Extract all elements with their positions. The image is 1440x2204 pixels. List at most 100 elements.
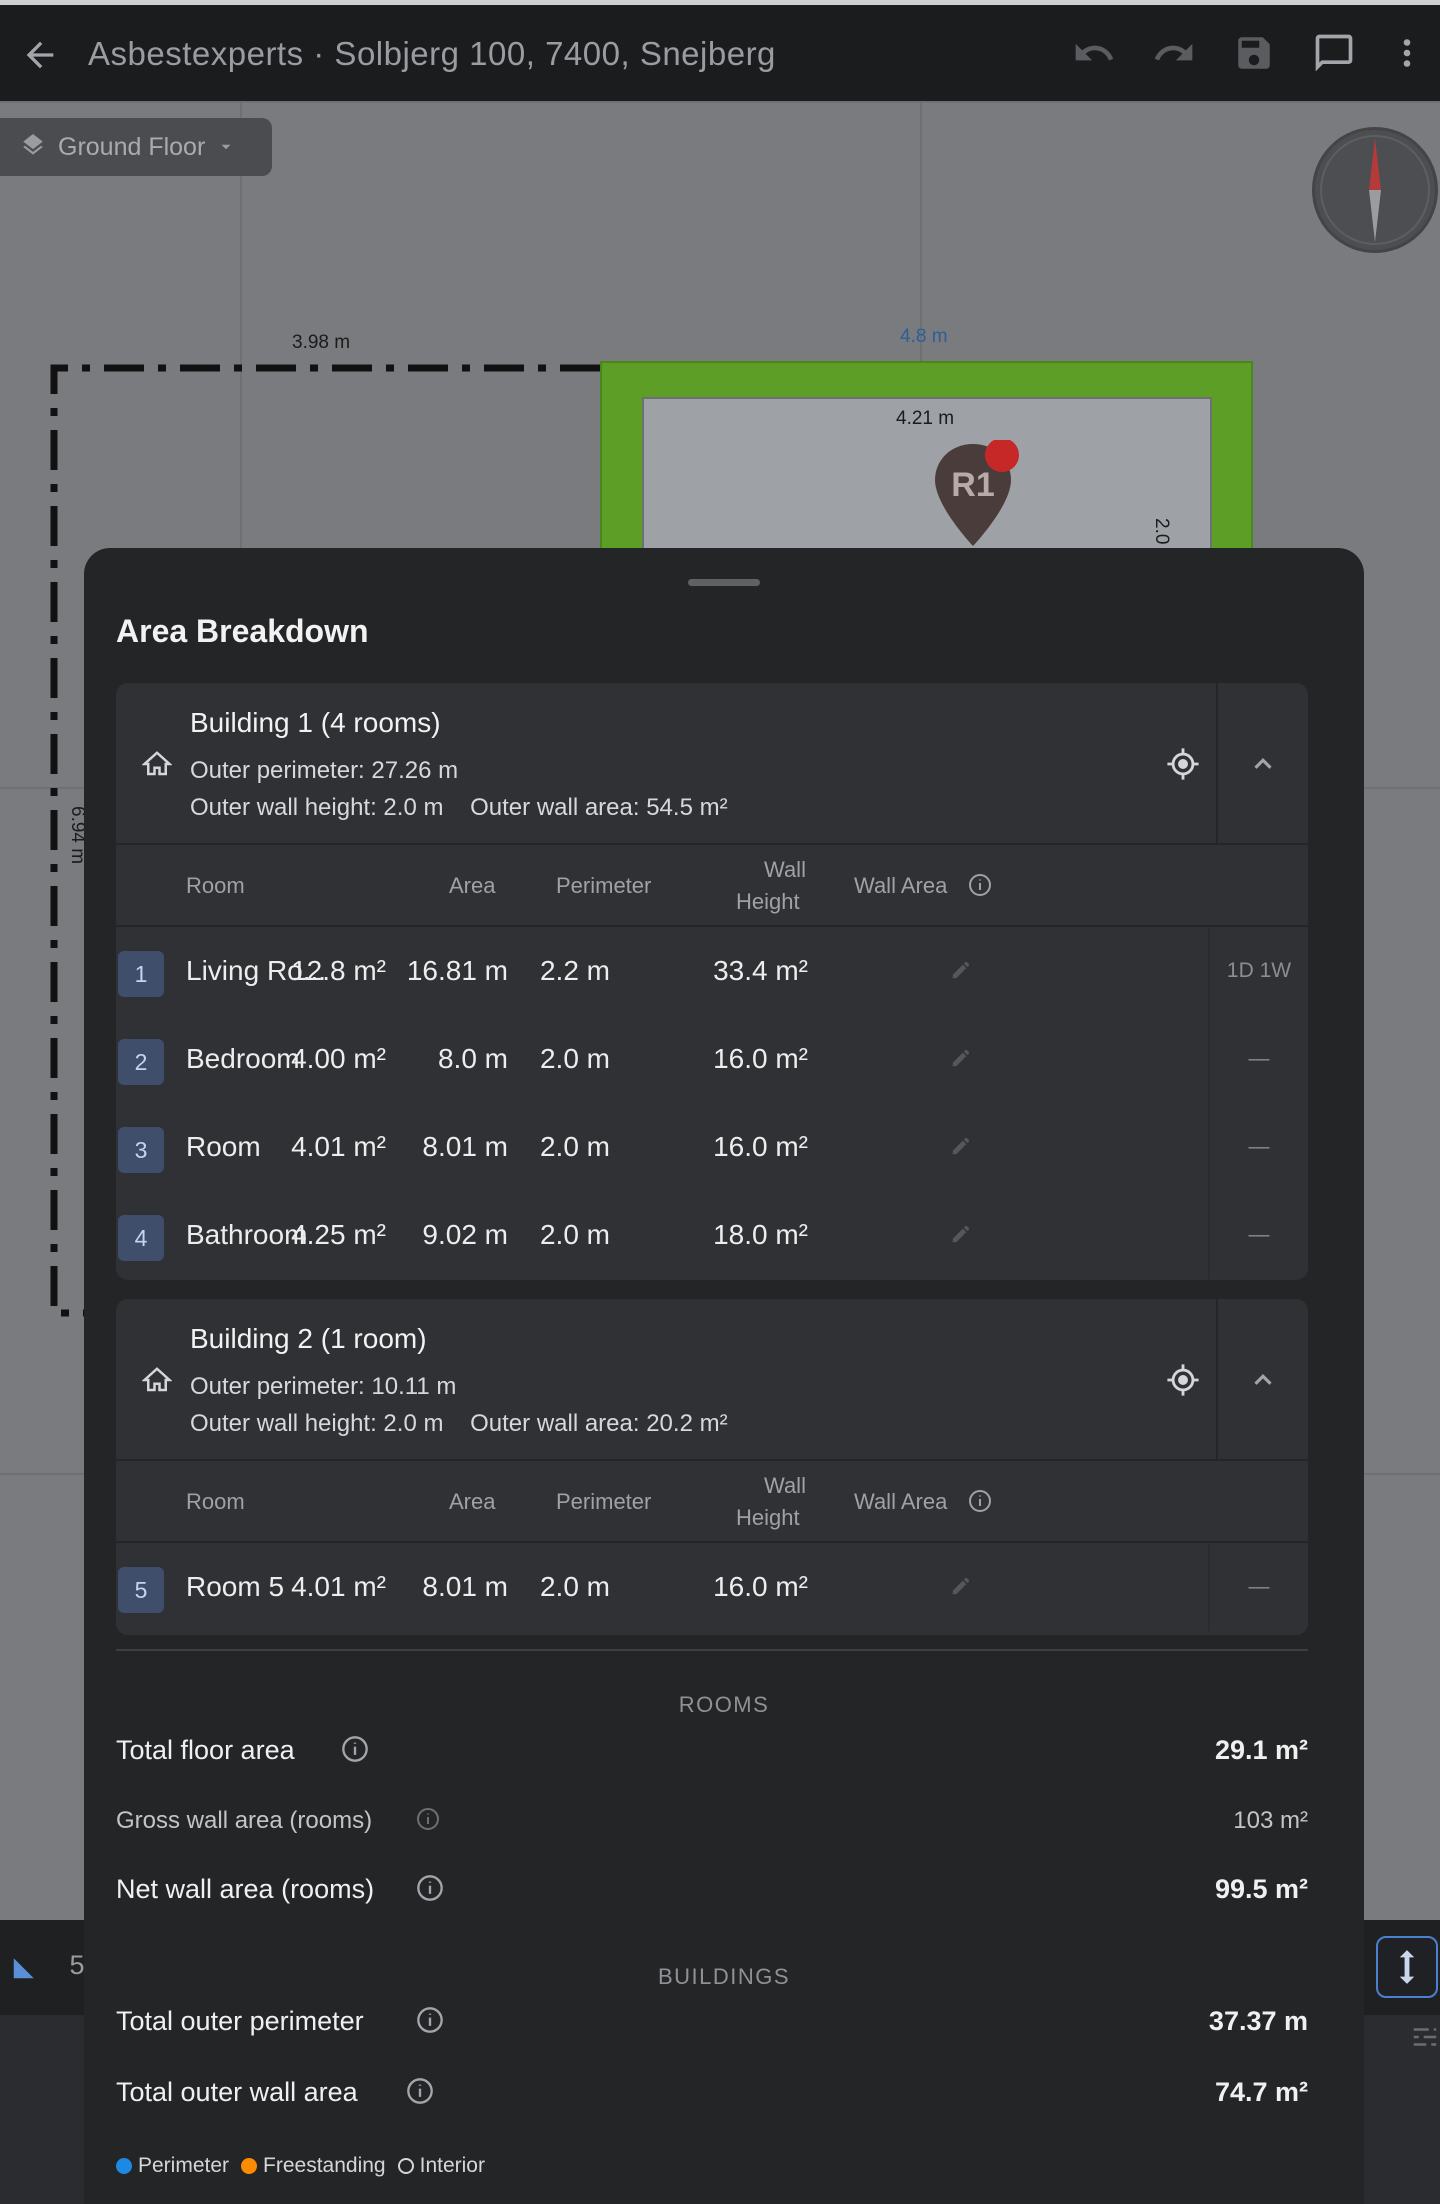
room-wall-height: 2.0 m <box>539 1219 610 1250</box>
room-wall-area: 18.0 m² <box>713 1219 808 1250</box>
room-perimeter: 8.0 m <box>437 1043 508 1074</box>
caret-down-icon <box>221 144 231 150</box>
measure-count: 5 <box>69 1950 85 1980</box>
outer-wall-info: Outer wall height: 2.0 m Outer wall area… <box>190 794 728 821</box>
gross-wall-area-row: Gross wall area (rooms) 103 m² <box>116 1807 1308 1843</box>
room-number-badge: 2 <box>118 1039 164 1085</box>
measure-tool[interactable]: 5 <box>10 1950 85 1982</box>
col-wall-height-2: Height <box>736 1505 800 1530</box>
room-number-badge: 4 <box>118 1215 164 1261</box>
ruler-icon <box>13 1958 34 1979</box>
room-area: 12.8 m² <box>291 955 386 986</box>
compass[interactable] <box>1312 127 1438 253</box>
edit-pencil-icon[interactable] <box>950 959 972 981</box>
room-name: Room <box>186 1131 261 1162</box>
room-area: 4.25 m² <box>291 1219 386 1250</box>
col-wall-area: Wall Area <box>854 1489 948 1514</box>
gross-wall-area-value: 103 m² <box>1233 1807 1308 1834</box>
col-wall-area: Wall Area <box>854 873 948 898</box>
room-perimeter: 16.81 m <box>406 955 508 986</box>
building-header[interactable]: Building 2 (1 room) Outer perimeter: 10.… <box>116 1299 1308 1461</box>
info-icon[interactable] <box>968 873 992 897</box>
vertical-arrows-icon <box>1399 1950 1415 1984</box>
section-divider <box>116 1649 1308 1651</box>
room-wall-height: 2.0 m <box>539 1043 610 1074</box>
net-wall-area-label: Net wall area (rooms) <box>116 1874 375 1904</box>
room-wall-height: 2.2 m <box>539 955 610 986</box>
info-icon[interactable] <box>968 1489 992 1513</box>
net-wall-area-value: 99.5 m² <box>1214 1874 1308 1904</box>
room-wall-area: 33.4 m² <box>713 955 808 986</box>
room-perimeter: 8.01 m <box>422 1571 508 1602</box>
net-wall-area-row: Net wall area (rooms) 99.5 m² <box>116 1874 1308 1914</box>
room-name: Room 5 <box>186 1571 285 1602</box>
table-row[interactable]: 3 Room 4.01 m² 8.01 m 2.0 m 16.0 m² — <box>116 1103 1308 1191</box>
drag-handle[interactable] <box>688 579 760 586</box>
legend-freestanding: Freestanding <box>241 2154 386 2178</box>
layers-icon <box>23 134 43 155</box>
total-floor-area-row: Total floor area 29.1 m² <box>116 1735 1308 1775</box>
outer-wall-info: Outer wall height: 2.0 m Outer wall area… <box>190 1410 728 1437</box>
room-pin-r1[interactable]: R1 <box>927 438 1019 550</box>
total-floor-area-value: 29.1 m² <box>1214 1735 1308 1765</box>
col-wall-height-1: Wall <box>764 1473 806 1498</box>
info-icon[interactable] <box>416 2006 444 2034</box>
sheet-title: Area Breakdown <box>116 613 369 649</box>
dimension-label: 4.21 m <box>896 408 955 429</box>
room-area: 4.01 m² <box>291 1131 386 1162</box>
room-wall-area: 16.0 m² <box>713 1043 808 1074</box>
home-icon <box>142 1367 172 1392</box>
total-outer-perimeter-label: Total outer perimeter <box>116 2006 364 2036</box>
table-row[interactable]: 2 Bedroom 4.00 m² 8.0 m 2.0 m 16.0 m² — <box>116 1015 1308 1103</box>
pin-label: R1 <box>951 466 995 504</box>
room-number-badge: 5 <box>118 1567 164 1613</box>
table-row[interactable]: 1 Living Ro... 12.8 m² 16.81 m 2.2 m 33.4 m² 1… <box>116 927 1308 1015</box>
edit-pencil-icon[interactable] <box>950 1135 972 1157</box>
floor-label: Ground Floor <box>58 132 206 161</box>
table-row[interactable]: 4 Bathroom 4.25 m² 9.02 m 2.0 m 18.0 m² — <box>116 1191 1308 1279</box>
info-icon[interactable] <box>416 1874 444 1902</box>
dimension-label: 4.8 m <box>900 326 948 347</box>
col-area: Area <box>449 1489 496 1514</box>
height-toggle-button[interactable] <box>1376 1936 1438 1998</box>
outer-perimeter: Outer perimeter: 27.26 m <box>190 757 459 784</box>
room-area: 4.00 m² <box>291 1043 386 1074</box>
sliders-icon[interactable] <box>1410 2022 1440 2052</box>
total-outer-perimeter-row: Total outer perimeter 37.37 m <box>116 2006 1308 2046</box>
building-header[interactable]: Building 1 (4 rooms) Outer perimeter: 27… <box>116 683 1308 845</box>
edit-pencil-icon[interactable] <box>950 1047 972 1069</box>
room-perimeter: 8.01 m <box>422 1131 508 1162</box>
table-header: Room Area Perimeter Wall Height Wall Are… <box>116 1461 1308 1543</box>
legend-interior: Interior <box>397 2154 485 2178</box>
col-wall-height-1: Wall <box>764 857 806 882</box>
chevron-up-icon[interactable] <box>1248 1365 1278 1395</box>
info-icon[interactable] <box>416 1807 440 1831</box>
total-outer-perimeter-value: 37.37 m <box>1208 2006 1308 2036</box>
edit-pencil-icon[interactable] <box>950 1575 972 1597</box>
openings-indicator: — <box>1208 1103 1308 1191</box>
room-number-badge: 3 <box>118 1127 164 1173</box>
total-outer-wall-area-label: Total outer wall area <box>116 2077 358 2107</box>
locate-icon[interactable] <box>1166 747 1200 781</box>
info-icon[interactable] <box>406 2077 434 2105</box>
chevron-up-icon[interactable] <box>1248 749 1278 779</box>
home-icon <box>142 751 172 776</box>
outer-perimeter: Outer perimeter: 10.11 m <box>190 1373 457 1400</box>
col-perimeter: Perimeter <box>556 873 652 898</box>
col-area: Area <box>449 873 496 898</box>
table-header: Room Area Perimeter Wall Height Wall Are… <box>116 845 1308 927</box>
building-card-1: Building 1 (4 rooms) Outer perimeter: 27… <box>116 683 1308 1280</box>
locate-icon[interactable] <box>1166 1363 1200 1397</box>
edit-pencil-icon[interactable] <box>950 1223 972 1245</box>
room-wall-area: 16.0 m² <box>713 1131 808 1162</box>
area-breakdown-sheet: Area Breakdown Building 1 (4 rooms) Oute… <box>84 548 1364 2204</box>
room-wall-height: 2.0 m <box>539 1131 610 1162</box>
openings-indicator: — <box>1208 1191 1308 1279</box>
floor-selector[interactable]: Ground Floor <box>0 118 272 176</box>
total-outer-wall-area-value: 74.7 m² <box>1214 2077 1308 2107</box>
table-row[interactable]: 5 Room 5 4.01 m² 8.01 m 2.0 m 16.0 m² — <box>116 1543 1308 1631</box>
info-icon[interactable] <box>341 1735 369 1763</box>
col-room: Room <box>186 1489 245 1514</box>
wall-type-legend: Perimeter Freestanding Interior <box>116 2154 485 2178</box>
openings-indicator: — <box>1208 1543 1308 1631</box>
